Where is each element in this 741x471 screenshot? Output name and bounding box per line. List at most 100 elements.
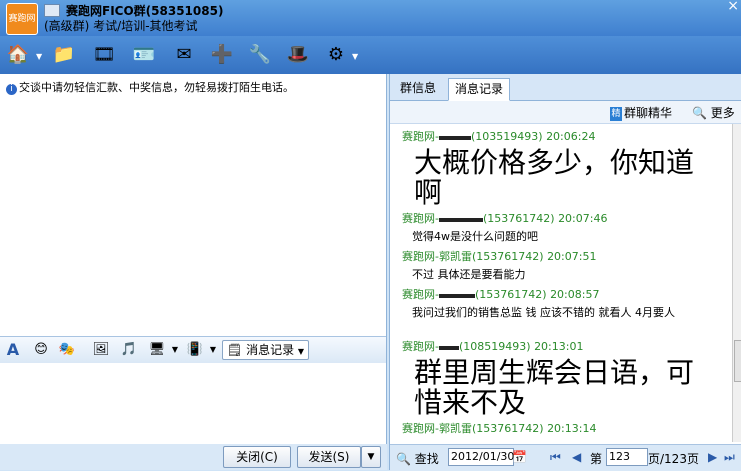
card-icon[interactable]: 🪪 xyxy=(130,41,158,69)
tab-message-history[interactable]: 消息记录 xyxy=(448,78,511,101)
message-header: 赛跑网- (153761742) 20:08:57 xyxy=(402,286,599,302)
history-label: 消息记录 xyxy=(246,343,295,357)
title-bar: 赛跑网 赛跑网FICO群(58351085) (高级群) 考试/培训-其他考试 … xyxy=(0,0,741,36)
sender-name: 赛跑网- xyxy=(402,340,439,353)
message-text: 我问过我们的销售总监 钱 应该不错的 就看人 4月要人 xyxy=(412,306,675,319)
message-text: 不过 具体还是要看能力 xyxy=(412,268,526,281)
sender-id: (153761742) xyxy=(471,422,544,435)
message-header: 赛跑网- (153761742) 20:07:46 xyxy=(402,210,607,226)
message-time: 20:07:51 xyxy=(547,250,597,263)
sender-id: (153761742) xyxy=(482,212,555,225)
input-toolbar: A 😊 🎭 🖼 🎵 🖥 ▼ 📳 ▼ 🗒 消息记录 ▼ xyxy=(0,336,386,363)
info-icon: i xyxy=(6,84,17,95)
history-icon: 🗒 xyxy=(227,343,243,357)
app-logo: 赛跑网 xyxy=(6,3,38,35)
essence-label: 群聊精华 xyxy=(624,106,673,120)
sender-name: 赛跑网- xyxy=(402,212,439,225)
chevron-down-icon[interactable]: ▼ xyxy=(166,341,184,359)
shake-icon[interactable]: 📳 xyxy=(186,341,204,359)
magic-emoji-icon[interactable]: 🎭 xyxy=(58,341,76,359)
sender-id: (103519493) xyxy=(470,130,543,143)
close-icon[interactable]: × xyxy=(727,0,739,14)
message-input[interactable] xyxy=(0,363,386,447)
calendar-icon[interactable]: 📅 xyxy=(512,450,527,464)
message-time: 20:07:46 xyxy=(558,212,608,225)
sender-name: 赛跑网- xyxy=(402,288,439,301)
message-time: 20:06:24 xyxy=(546,130,596,143)
message-time: 20:13:14 xyxy=(547,422,597,435)
chevron-down-icon[interactable]: ▼ xyxy=(352,52,358,61)
film-icon[interactable]: 🎞 xyxy=(90,41,118,69)
side-panel: 群信息 消息记录 精群聊精华 🔍 更多 赛跑网- (103519493) 20:0… xyxy=(389,74,741,471)
essence-icon: 精 xyxy=(610,106,622,121)
action-bar: 关闭(C) 发送(S) ▼ xyxy=(0,444,387,470)
emoji-icon[interactable]: 😊 xyxy=(32,341,50,359)
group-icon xyxy=(44,4,60,17)
music-icon[interactable]: 🎵 xyxy=(120,341,138,359)
conversation-panel: i 交谈中请勿轻信汇款、中奖信息，勿轻易拨打陌生电话。 A 😊 🎭 🖼 🎵 🖥 ▼… xyxy=(0,74,387,470)
history-pager: 🔍 查找 2012/01/30 📅 ⏮ ◀ 第 123 页/123页 ▶ ⏭ xyxy=(390,444,741,471)
message-scrollbar[interactable] xyxy=(732,124,741,442)
message-header: 赛跑网-郭凯雷(153761742) 20:07:51 xyxy=(402,248,596,264)
screenshot-icon[interactable]: 🖥 xyxy=(148,341,166,359)
font-icon[interactable]: A xyxy=(4,341,22,359)
sender-id: (153761742) xyxy=(471,250,544,263)
prev-page-icon[interactable]: ◀ xyxy=(572,450,581,464)
send-options-button[interactable]: ▼ xyxy=(361,446,381,468)
chevron-down-icon[interactable]: ▼ xyxy=(36,52,42,61)
window-subtitle: (高级群) 考试/培训-其他考试 xyxy=(44,19,198,33)
security-notice: i 交谈中请勿轻信汇款、中奖信息，勿轻易拨打陌生电话。 xyxy=(6,79,294,95)
date-field[interactable]: 2012/01/30 xyxy=(448,448,514,466)
notice-text: 交谈中请勿轻信汇款、中奖信息，勿轻易拨打陌生电话。 xyxy=(19,81,294,94)
message-text: 大概价格多少，你知道啊 xyxy=(414,146,695,209)
sender-name: 赛跑网- xyxy=(402,130,439,143)
send-button[interactable]: 发送(S) xyxy=(297,446,361,468)
page-input[interactable]: 123 xyxy=(606,448,648,466)
redaction-mark xyxy=(438,294,475,298)
tab-group-info[interactable]: 群信息 xyxy=(394,78,442,99)
search-label: 查找 xyxy=(414,452,439,466)
image-icon[interactable]: 🖼 xyxy=(92,341,110,359)
tools-icon[interactable]: 🔧 xyxy=(246,41,274,69)
page-prefix: 第 xyxy=(590,452,603,466)
message-list: 赛跑网- (103519493) 20:06:24 大概价格多少，你知道啊 赛跑网… xyxy=(390,124,732,442)
last-page-icon[interactable]: ⏭ xyxy=(724,450,735,465)
sender-id: (153761742) xyxy=(474,288,547,301)
essence-button[interactable]: 精群聊精华 xyxy=(610,104,672,121)
close-button[interactable]: 关闭(C) xyxy=(223,446,291,468)
message-header: 赛跑网-郭凯雷(153761742) 20:13:14 xyxy=(402,420,596,436)
sender-id: (108519493) xyxy=(458,340,531,353)
message-time: 20:13:01 xyxy=(534,340,584,353)
redaction-mark xyxy=(438,218,483,222)
message-header: 赛跑网- (103519493) 20:06:24 xyxy=(402,128,595,144)
message-text: 群里周生辉会日语，可惜来不及 xyxy=(414,356,695,419)
more-icon: 🔍 xyxy=(692,106,707,120)
search-icon: 🔍 xyxy=(396,452,411,466)
first-page-icon[interactable]: ⏮ xyxy=(550,450,561,465)
search-button[interactable]: 🔍 查找 xyxy=(396,450,439,467)
mail-icon[interactable]: ✉ xyxy=(170,41,198,69)
message-time: 20:08:57 xyxy=(550,288,600,301)
gear-icon[interactable]: ⚙ xyxy=(322,41,350,69)
add-app-icon[interactable]: ➕ xyxy=(208,41,236,69)
redaction-mark xyxy=(438,136,471,140)
scrollbar-thumb[interactable] xyxy=(734,340,741,382)
message-text: 觉得4w是没什么问题的吧 xyxy=(412,230,538,243)
chevron-down-icon: ▼ xyxy=(297,347,305,356)
history-subbar: 精群聊精华 🔍 更多 xyxy=(390,101,741,124)
redaction-mark xyxy=(438,346,459,350)
chevron-down-icon[interactable]: ▼ xyxy=(204,341,222,359)
message-header: 赛跑网- (108519493) 20:13:01 xyxy=(402,338,583,354)
more-label: 更多 xyxy=(710,106,735,120)
page-total: 页/123页 xyxy=(648,452,699,466)
sender-name: 赛跑网-郭凯雷 xyxy=(402,422,472,435)
side-tabs: 群信息 消息记录 xyxy=(390,74,741,101)
more-button[interactable]: 🔍 更多 xyxy=(692,104,735,121)
next-page-icon[interactable]: ▶ xyxy=(708,450,717,464)
hat-icon[interactable]: 🎩 xyxy=(284,41,312,69)
home-icon[interactable]: 🏠 xyxy=(4,41,32,69)
message-history-button[interactable]: 🗒 消息记录 ▼ xyxy=(222,340,310,360)
sender-name: 赛跑网-郭凯雷 xyxy=(402,250,472,263)
main-toolbar: 🏠 ▼ 📁 🎞 🪪 ✉ ➕ 🔧 🎩 ⚙ ▼ xyxy=(0,36,741,74)
folder-icon[interactable]: 📁 xyxy=(50,41,78,69)
